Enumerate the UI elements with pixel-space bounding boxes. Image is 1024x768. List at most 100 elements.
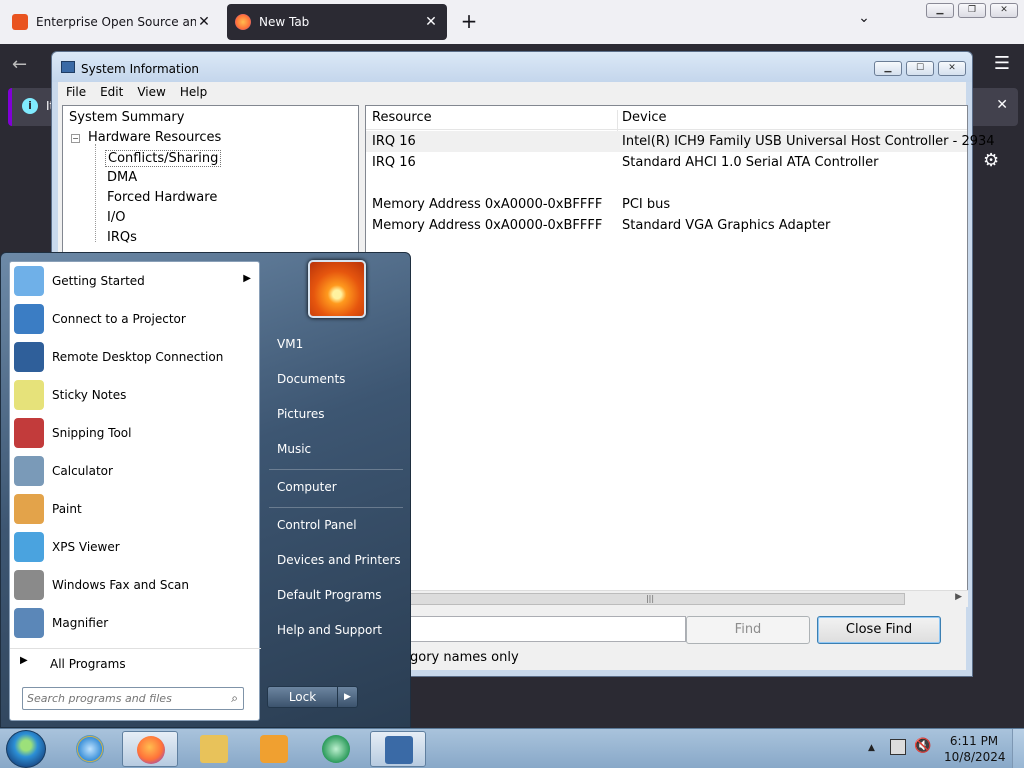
program-label: Snipping Tool <box>52 426 132 440</box>
search-icon[interactable]: ⌕ <box>231 691 238 706</box>
find-what-input[interactable] <box>408 616 686 642</box>
ie-icon <box>76 735 104 763</box>
tree-line <box>95 144 96 242</box>
volume-muted-icon[interactable]: 🔇 <box>914 738 931 754</box>
program-magnifier[interactable]: Magnifier <box>10 604 261 642</box>
program-remote-desktop[interactable]: Remote Desktop Connection <box>10 338 261 376</box>
back-arrow-icon[interactable]: ← <box>12 54 27 75</box>
link-music[interactable]: Music <box>267 434 403 464</box>
hamburger-menu-icon[interactable]: ☰ <box>994 53 1010 74</box>
table-row[interactable]: Memory Address 0xA0000-0xBFFFF PCI bus <box>366 194 967 215</box>
program-sticky-notes[interactable]: Sticky Notes <box>10 376 261 414</box>
link-pictures[interactable]: Pictures <box>267 399 403 429</box>
link-default-programs[interactable]: Default Programs <box>267 580 403 610</box>
ubuntu-favicon-icon <box>12 14 28 30</box>
tab-title: New Tab <box>259 15 310 29</box>
gear-icon[interactable]: ⚙ <box>983 150 999 171</box>
tree-item-dma[interactable]: DMA <box>107 170 137 185</box>
new-tab-button[interactable]: + <box>457 10 481 34</box>
close-find-button[interactable]: Close Find <box>817 616 941 644</box>
link-documents[interactable]: Documents <box>267 364 403 394</box>
taskbar-system-information[interactable] <box>370 731 426 767</box>
program-label: Calculator <box>52 464 113 478</box>
restore-button[interactable]: ❐ <box>958 3 986 18</box>
taskbar-windows-explorer[interactable] <box>186 731 242 767</box>
search-input[interactable] <box>27 690 217 707</box>
browser-tab-bar: Enterprise Open Source and Lin ✕ New Tab… <box>0 0 1024 44</box>
tree-item-conflicts-sharing[interactable]: Conflicts/Sharing <box>105 150 222 167</box>
list-all-tabs-icon[interactable]: ⌄ <box>854 10 874 34</box>
scroll-right-icon[interactable]: ▶ <box>955 592 962 602</box>
close-notification-icon[interactable]: ✕ <box>996 97 1008 113</box>
program-label: Sticky Notes <box>52 388 127 402</box>
minimize-button[interactable]: ▁ <box>926 3 954 18</box>
search-box[interactable]: ⌕ <box>22 687 244 710</box>
column-header-device[interactable]: Device <box>622 110 666 125</box>
program-connect-projector[interactable]: Connect to a Projector <box>10 300 261 338</box>
program-label: XPS Viewer <box>52 540 120 554</box>
program-fax-scan[interactable]: Windows Fax and Scan <box>10 566 261 604</box>
clock[interactable]: 6:11 PM 10/8/2024 <box>944 733 1006 765</box>
window-title-bar[interactable]: System Information ▁ ☐ ✕ <box>52 52 972 82</box>
network-icon[interactable] <box>890 739 906 755</box>
close-button[interactable]: ✕ <box>938 61 966 76</box>
fax-icon <box>14 570 44 600</box>
tree-item-irqs[interactable]: IRQs <box>107 230 137 245</box>
table-row[interactable] <box>366 173 967 194</box>
start-button[interactable] <box>6 730 46 768</box>
taskbar-media-player[interactable] <box>246 731 302 767</box>
link-help-support[interactable]: Help and Support <box>267 615 403 645</box>
program-label: Paint <box>52 502 82 516</box>
minimize-button[interactable]: ▁ <box>874 61 902 76</box>
programs-pane: Getting Started ▶ Connect to a Projector… <box>9 261 261 721</box>
program-calculator[interactable]: Calculator <box>10 452 261 490</box>
taskbar-firefox[interactable] <box>122 731 178 767</box>
table-row[interactable]: IRQ 16 Intel(R) ICH9 Family USB Universa… <box>366 131 995 152</box>
column-header-resource[interactable]: Resource <box>372 110 432 125</box>
tree-item-system-summary[interactable]: System Summary <box>69 110 184 125</box>
lock-button[interactable]: Lock <box>267 686 338 708</box>
tree-item-forced-hardware[interactable]: Forced Hardware <box>107 190 217 205</box>
menu-edit[interactable]: Edit <box>100 85 123 99</box>
link-vm1[interactable]: VM1 <box>267 329 403 359</box>
shutdown-options-arrow-icon[interactable]: ▶ <box>337 686 358 708</box>
explorer-icon <box>200 735 228 763</box>
device-cell: PCI bus <box>622 197 671 212</box>
close-button[interactable]: ✕ <box>990 3 1018 18</box>
menu-help[interactable]: Help <box>180 85 207 99</box>
table-row[interactable]: IRQ 16 Standard AHCI 1.0 Serial ATA Cont… <box>366 152 967 173</box>
collapse-icon[interactable]: − <box>71 134 80 143</box>
program-paint[interactable]: Paint <box>10 490 261 528</box>
scrollbar-thumb[interactable]: ||| <box>395 593 905 605</box>
program-xps-viewer[interactable]: XPS Viewer <box>10 528 261 566</box>
tab-enterprise-open-source[interactable]: Enterprise Open Source and Lin ✕ <box>4 4 220 40</box>
all-programs-item[interactable]: ▶ All Programs <box>10 648 261 676</box>
link-computer[interactable]: Computer <box>267 472 403 502</box>
horizontal-scrollbar[interactable]: ||| ▶ <box>365 590 968 607</box>
taskbar-media-center[interactable] <box>308 731 364 767</box>
link-devices-printers[interactable]: Devices and Printers <box>267 545 403 575</box>
program-snipping-tool[interactable]: Snipping Tool <box>10 414 261 452</box>
program-getting-started[interactable]: Getting Started ▶ <box>10 262 261 300</box>
user-avatar[interactable] <box>308 260 366 318</box>
tree-item-hardware-resources[interactable]: Hardware Resources <box>88 130 221 145</box>
table-row[interactable]: Memory Address 0xA0000-0xBFFFF Standard … <box>366 215 967 236</box>
tree-item-io[interactable]: I/O <box>107 210 125 225</box>
sysinfo-icon <box>385 736 413 764</box>
magnifier-icon <box>14 608 44 638</box>
tab-new-tab[interactable]: New Tab ✕ <box>227 4 447 40</box>
all-programs-label: All Programs <box>50 657 126 671</box>
close-tab-icon[interactable]: ✕ <box>196 14 212 30</box>
show-hidden-icons-icon[interactable]: ▲ <box>868 743 875 753</box>
menu-file[interactable]: File <box>66 85 86 99</box>
link-control-panel[interactable]: Control Panel <box>267 510 403 540</box>
menu-view[interactable]: View <box>137 85 165 99</box>
resource-cell: IRQ 16 <box>372 155 416 170</box>
close-tab-icon[interactable]: ✕ <box>423 14 439 30</box>
taskbar-internet-explorer[interactable] <box>62 731 118 767</box>
resource-cell: IRQ 16 <box>372 134 416 149</box>
maximize-button[interactable]: ☐ <box>906 61 934 76</box>
resource-cell: Memory Address 0xA0000-0xBFFFF <box>372 197 603 212</box>
find-button[interactable]: Find <box>686 616 810 644</box>
show-desktop-button[interactable] <box>1012 729 1024 768</box>
